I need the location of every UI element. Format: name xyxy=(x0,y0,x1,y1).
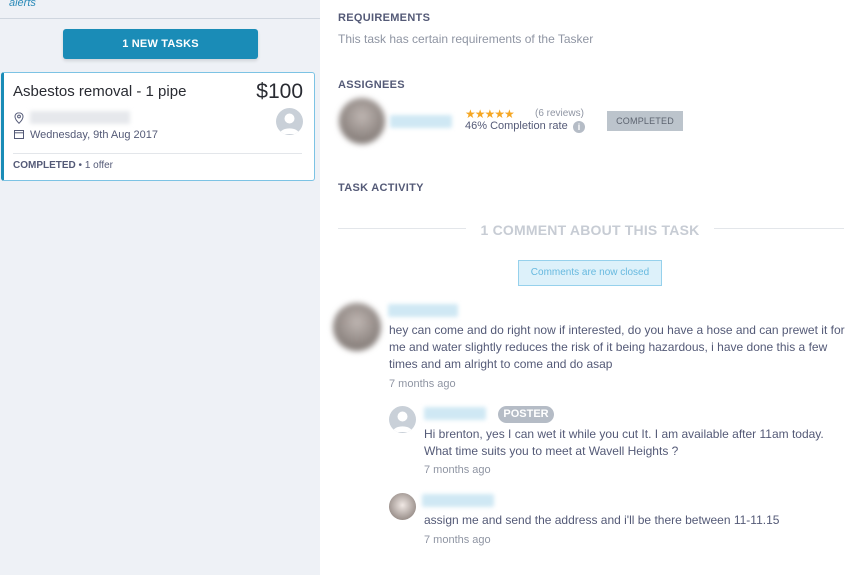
task-price: $100 xyxy=(256,80,303,103)
calendar-icon xyxy=(14,130,24,139)
commenter-name[interactable] xyxy=(388,304,458,317)
reply-text: Hi brenton, yes I can wet it while you c… xyxy=(424,427,824,458)
task-activity-heading: TASK ACTIVITY xyxy=(338,182,424,194)
comments-closed-notice: Comments are now closed xyxy=(518,260,662,286)
comment-time: 7 months ago xyxy=(389,378,456,390)
task-title: Asbestos removal - 1 pipe xyxy=(13,83,187,100)
assignee-avatar[interactable] xyxy=(339,98,385,144)
divider xyxy=(13,153,302,154)
default-avatar-icon xyxy=(276,108,303,135)
new-tasks-button[interactable]: 1 NEW TASKS xyxy=(63,29,258,59)
rating-stars: ★★★★★ xyxy=(465,107,515,121)
commenter-avatar[interactable] xyxy=(333,303,381,351)
alerts-link[interactable]: alerts xyxy=(9,0,36,9)
reply-author-name[interactable] xyxy=(424,407,486,420)
reply-text: assign me and send the address and i'll … xyxy=(424,513,780,527)
assignee-name[interactable] xyxy=(390,115,452,128)
reply-author-name[interactable] xyxy=(422,494,494,507)
task-date: Wednesday, 9th Aug 2017 xyxy=(30,129,159,141)
sidebar: alerts 1 NEW TASKS Asbestos removal - 1 … xyxy=(0,0,320,575)
divider xyxy=(714,228,844,229)
divider xyxy=(338,228,466,229)
location-pin-icon xyxy=(14,112,24,124)
status-badge: COMPLETED xyxy=(607,111,683,131)
requirements-heading: REQUIREMENTS xyxy=(338,12,431,24)
task-card[interactable]: Asbestos removal - 1 pipe $100 Wednesday… xyxy=(1,72,315,181)
reply-time: 7 months ago xyxy=(424,464,491,476)
task-detail: REQUIREMENTS This task has certain requi… xyxy=(320,0,862,575)
assignees-heading: ASSIGNEES xyxy=(338,79,405,91)
default-avatar-icon[interactable] xyxy=(389,406,416,433)
completion-rate: 46% Completion rate xyxy=(465,120,568,132)
reply-author-avatar[interactable] xyxy=(389,493,416,520)
poster-badge: POSTER xyxy=(498,406,554,423)
info-icon[interactable]: i xyxy=(573,121,585,133)
task-location xyxy=(30,111,130,124)
requirements-text: This task has certain requirements of th… xyxy=(338,32,594,46)
reply-time: 7 months ago xyxy=(424,534,491,546)
task-status: COMPLETED • 1 offer xyxy=(13,160,114,171)
reviews-count[interactable]: (6 reviews) xyxy=(535,108,584,119)
comment-text: hey can come and do right now if interes… xyxy=(389,323,845,371)
comment-count-heading: 1 COMMENT ABOUT THIS TASK xyxy=(480,222,700,238)
divider xyxy=(0,18,320,19)
